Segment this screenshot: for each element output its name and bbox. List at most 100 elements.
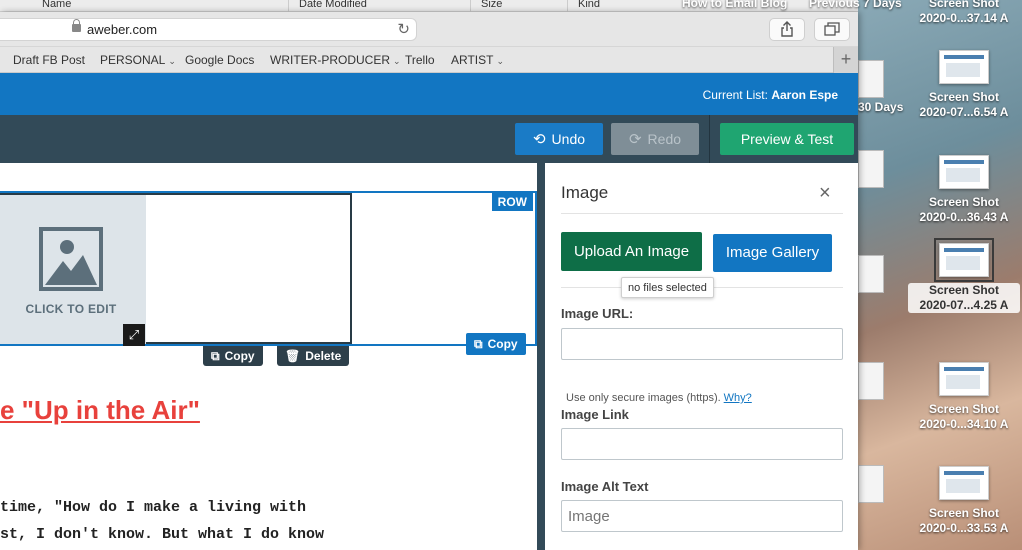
redo-button[interactable]: ⟳ Redo xyxy=(611,123,699,155)
current-list[interactable]: Current List: Aaron Espe xyxy=(703,88,838,102)
file-thumbnail xyxy=(939,466,989,500)
column-divider xyxy=(288,0,289,12)
background-window-card xyxy=(858,255,884,293)
bookmark-label: PERSONAL xyxy=(100,53,166,67)
preview-test-button[interactable]: Preview & Test xyxy=(720,123,854,155)
panel-divider xyxy=(537,163,545,550)
image-link-input[interactable] xyxy=(561,428,843,460)
desktop-file-icon[interactable]: Screen Shot 2020-07...6.54 A xyxy=(908,50,1020,120)
trash-icon: 🗑 xyxy=(285,349,301,363)
image-icon xyxy=(39,227,103,291)
new-tab-button[interactable]: + xyxy=(833,47,858,73)
copy-label: Copy xyxy=(487,337,518,351)
desktop-file-name: Screen Shot 2020-07...4.25 A xyxy=(908,283,1020,313)
desktop-file-name: Screen Shot 2020-0...33.53 A xyxy=(908,506,1020,536)
editor-toolbar: ⟲ Undo ⟳ Redo Preview & Test xyxy=(0,115,858,163)
undo-label: Undo xyxy=(551,131,586,147)
desktop-file-icon[interactable]: Screen Shot 2020-0...37.14 A xyxy=(908,0,1020,26)
file-name-line: 2020-0...36.43 A xyxy=(919,210,1009,224)
panel-title: Image xyxy=(561,183,609,202)
background-window-card xyxy=(858,362,884,400)
undo-button[interactable]: ⟲ Undo xyxy=(515,123,603,155)
bookmark-personal[interactable]: PERSONAL ⌄ xyxy=(100,53,176,67)
finder-col-name[interactable]: Name xyxy=(42,0,71,10)
file-name-line: Screen Shot xyxy=(928,402,1000,416)
bookmark-draft-fb-post[interactable]: Draft FB Post xyxy=(13,53,85,67)
row-badge: ROW xyxy=(491,193,533,211)
desktop-file-name: Screen Shot 2020-07...6.54 A xyxy=(908,90,1020,120)
file-thumbnail xyxy=(934,238,994,282)
address-bar[interactable]: aweber.com ↻ xyxy=(0,18,417,41)
alt-text-label: Image Alt Text xyxy=(561,479,649,494)
bookmark-label: Google Docs xyxy=(185,53,255,67)
column-divider xyxy=(470,0,471,12)
file-name-line: Screen Shot xyxy=(928,90,1000,104)
bookmark-trello[interactable]: Trello xyxy=(405,53,435,67)
chevron-down-icon: ⌄ xyxy=(168,56,176,66)
desktop-background: 30 Days Screen Shot 2020-0...37.14 A Scree… xyxy=(858,0,1022,550)
file-name-line: 2020-0...34.10 A xyxy=(919,417,1009,431)
file-name-line: Screen Shot xyxy=(928,0,1000,10)
bookmark-label: Draft FB Post xyxy=(13,53,86,67)
chevron-down-icon: ⌄ xyxy=(496,56,504,66)
finder-col-date[interactable]: Date Modified xyxy=(299,0,367,10)
tabs-overview-icon[interactable] xyxy=(814,18,850,41)
bookmarks-bar: Draft FB Post PERSONAL ⌄ Google Docs WRIT… xyxy=(0,46,858,73)
background-window-card xyxy=(858,150,884,188)
column-divider xyxy=(567,0,568,12)
upload-image-button[interactable]: Upload An Image xyxy=(561,232,702,271)
image-placeholder[interactable]: CLICK TO EDIT xyxy=(0,195,146,344)
close-icon[interactable]: × xyxy=(819,183,831,203)
alt-text-input[interactable] xyxy=(561,500,843,532)
bookmark-writer-producer[interactable]: WRITER-PRODUCER ⌄ xyxy=(270,53,401,67)
file-name-line: 2020-0...33.53 A xyxy=(919,521,1009,535)
email-headline[interactable]: e "Up in the Air" xyxy=(0,395,200,426)
file-name-line: 2020-0...37.14 A xyxy=(919,11,1009,25)
file-thumbnail xyxy=(939,50,989,84)
delete-block-button[interactable]: 🗑 Delete xyxy=(277,346,350,366)
browser-window: aweber.com ↻ Draft FB Post PERSONAL ⌄ Goo… xyxy=(0,12,858,550)
chevron-down-icon: ⌄ xyxy=(393,56,401,66)
desktop-label: How to Email Blog xyxy=(682,0,788,10)
background-window-card xyxy=(858,60,884,98)
bookmark-artist[interactable]: ARTIST ⌄ xyxy=(451,53,504,67)
aweber-header: Current List: Aaron Espe xyxy=(0,73,858,115)
finder-col-kind[interactable]: Kind xyxy=(578,0,600,10)
background-window-text: 30 Days xyxy=(858,100,904,114)
hint-text: Use only secure images (https). xyxy=(566,392,721,404)
image-url-label: Image URL: xyxy=(561,306,634,321)
image-gallery-button[interactable]: Image Gallery xyxy=(713,234,832,272)
desktop-label: Previous 7 Days xyxy=(809,0,902,10)
email-body-text[interactable]: time, "How do I make a living with st, I … xyxy=(0,494,324,548)
copy-row-button[interactable]: ⧉ Copy xyxy=(466,333,526,355)
lock-icon xyxy=(72,19,81,32)
email-canvas: ROW CLICK TO EDIT ⤢ ⧉ Copy 🗑 Delete ⧉ Copy … xyxy=(0,163,537,550)
desktop-file-icon[interactable]: Screen Shot 2020-0...36.43 A xyxy=(908,155,1020,225)
desktop-file-icon[interactable]: Screen Shot 2020-0...34.10 A xyxy=(908,362,1020,432)
why-link[interactable]: Why? xyxy=(724,392,752,404)
file-name-line: 2020-07...4.25 A xyxy=(919,298,1009,312)
delete-label: Delete xyxy=(305,349,342,363)
divider xyxy=(561,213,843,214)
reload-icon[interactable]: ↻ xyxy=(397,20,410,38)
file-name-line: Screen Shot xyxy=(928,195,1000,209)
bookmark-label: ARTIST xyxy=(451,53,494,67)
copy-block-button[interactable]: ⧉ Copy xyxy=(203,346,263,366)
resize-handle-icon[interactable]: ⤢ xyxy=(123,324,145,346)
image-settings-panel: Image × Upload An Image Image Gallery no… xyxy=(545,163,858,550)
bookmark-label: WRITER-PRODUCER xyxy=(270,53,390,67)
desktop-file-icon[interactable]: Screen Shot 2020-07...4.25 A xyxy=(908,238,1020,313)
redo-icon: ⟳ xyxy=(628,131,642,148)
share-icon[interactable] xyxy=(769,18,805,41)
undo-icon: ⟲ xyxy=(532,131,546,148)
file-name-line: Screen Shot xyxy=(928,283,1000,297)
finder-col-size[interactable]: Size xyxy=(481,0,502,10)
desktop-file-icon[interactable]: Screen Shot 2020-0...33.53 A xyxy=(908,466,1020,536)
image-url-input[interactable] xyxy=(561,328,843,360)
desktop-file-name: Screen Shot 2020-0...37.14 A xyxy=(908,0,1020,26)
address-domain: aweber.com xyxy=(87,22,158,37)
background-window-card xyxy=(858,465,884,503)
copy-icon: ⧉ xyxy=(474,337,483,351)
body-line: st, I don't know. But what I do know xyxy=(0,526,325,543)
bookmark-google-docs[interactable]: Google Docs xyxy=(185,53,254,67)
